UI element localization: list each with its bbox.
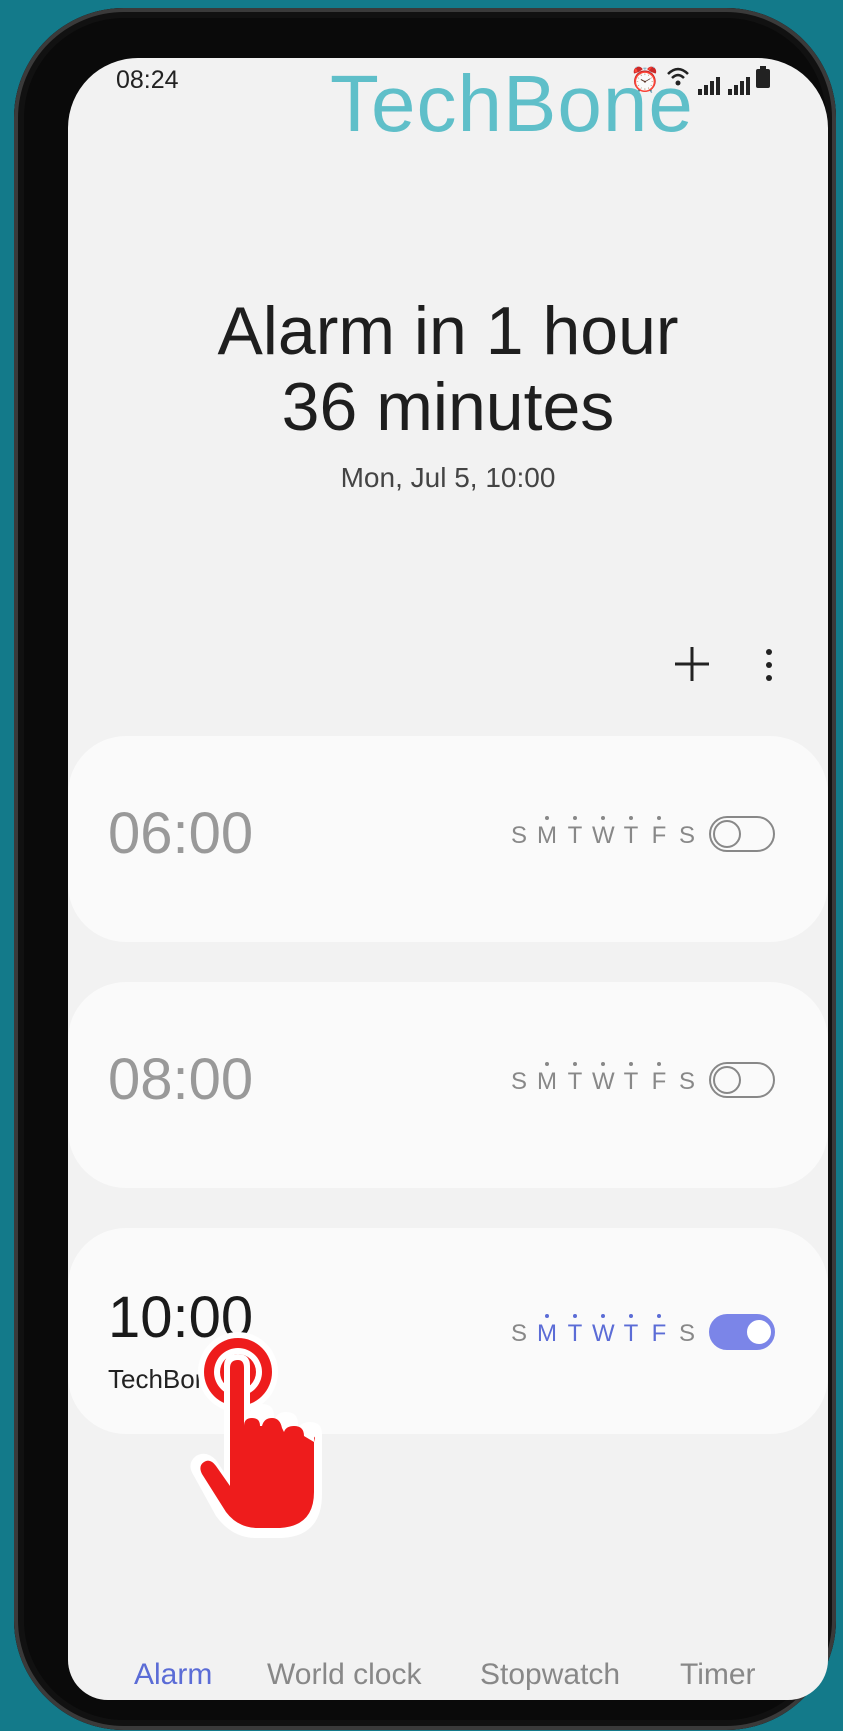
day-friday: F bbox=[648, 1062, 670, 1096]
alarm-days: S M T W T F S bbox=[508, 1314, 698, 1348]
alarm-days: S M T W T F S bbox=[508, 816, 698, 850]
day-tuesday: T bbox=[564, 816, 586, 850]
techbone-watermark: TechBone bbox=[330, 59, 694, 148]
signal-icon bbox=[696, 67, 720, 95]
bottom-tab-bar: Alarm World clock Stopwatch Timer bbox=[68, 1658, 828, 1698]
alarm-toggle[interactable] bbox=[709, 816, 775, 852]
day-sunday: S bbox=[510, 1320, 527, 1347]
toggle-knob bbox=[713, 820, 741, 848]
plus-icon bbox=[675, 647, 709, 681]
headline-line: Alarm in 1 hour bbox=[217, 293, 679, 369]
alarm-time: 06:00 bbox=[108, 801, 254, 866]
tap-hand-icon bbox=[186, 1326, 346, 1546]
day-wednesday: W bbox=[592, 1314, 615, 1348]
headline-line: 36 minutes bbox=[281, 369, 615, 445]
day-saturday: S bbox=[678, 1068, 695, 1095]
alarm-countdown: Alarm in 1 hour 36 minutes bbox=[68, 293, 828, 445]
alarm-days: S M T W T F S bbox=[508, 1062, 698, 1096]
day-saturday: S bbox=[678, 822, 695, 849]
day-thursday: T bbox=[620, 816, 642, 850]
alarm-card[interactable]: 10:00 TechBone S M T W T F S bbox=[68, 1228, 828, 1434]
status-time: 08:24 bbox=[116, 66, 179, 94]
more-vertical-icon bbox=[766, 649, 772, 681]
signal-icon bbox=[726, 67, 750, 95]
tab-alarm[interactable]: Alarm bbox=[134, 1658, 212, 1692]
alarm-toggle[interactable] bbox=[709, 1314, 775, 1350]
alarm-toggle[interactable] bbox=[709, 1062, 775, 1098]
day-tuesday: T bbox=[564, 1314, 586, 1348]
day-wednesday: W bbox=[592, 1062, 615, 1096]
more-options-button[interactable] bbox=[762, 648, 776, 682]
day-monday: M bbox=[536, 1314, 558, 1348]
battery-icon bbox=[756, 66, 770, 95]
day-thursday: T bbox=[620, 1314, 642, 1348]
day-monday: M bbox=[536, 1062, 558, 1096]
clock-app-screen: 08:24 ⏰ TechBone Alarm in 1 hour 36 minu… bbox=[68, 58, 828, 1700]
day-tuesday: T bbox=[564, 1062, 586, 1096]
day-monday: M bbox=[536, 816, 558, 850]
day-friday: F bbox=[648, 816, 670, 850]
next-alarm-date: Mon, Jul 5, 10:00 bbox=[340, 462, 556, 493]
alarm-card[interactable]: 06:00 S M T W T F S bbox=[68, 736, 828, 942]
toggle-knob bbox=[745, 1318, 773, 1346]
add-alarm-button[interactable] bbox=[672, 644, 712, 684]
day-sunday: S bbox=[510, 822, 527, 849]
tab-world-clock[interactable]: World clock bbox=[267, 1658, 421, 1692]
alarm-card[interactable]: 08:00 S M T W T F S bbox=[68, 982, 828, 1188]
day-friday: F bbox=[648, 1314, 670, 1348]
alarm-time: 08:00 bbox=[108, 1047, 254, 1112]
day-saturday: S bbox=[678, 1320, 695, 1347]
tab-timer[interactable]: Timer bbox=[680, 1658, 756, 1692]
phone-frame: 08:24 ⏰ TechBone Alarm in 1 hour 36 minu… bbox=[14, 8, 836, 1730]
toggle-knob bbox=[713, 1066, 741, 1094]
day-wednesday: W bbox=[592, 816, 615, 850]
day-sunday: S bbox=[510, 1068, 527, 1095]
tab-stopwatch[interactable]: Stopwatch bbox=[480, 1658, 620, 1692]
day-thursday: T bbox=[620, 1062, 642, 1096]
